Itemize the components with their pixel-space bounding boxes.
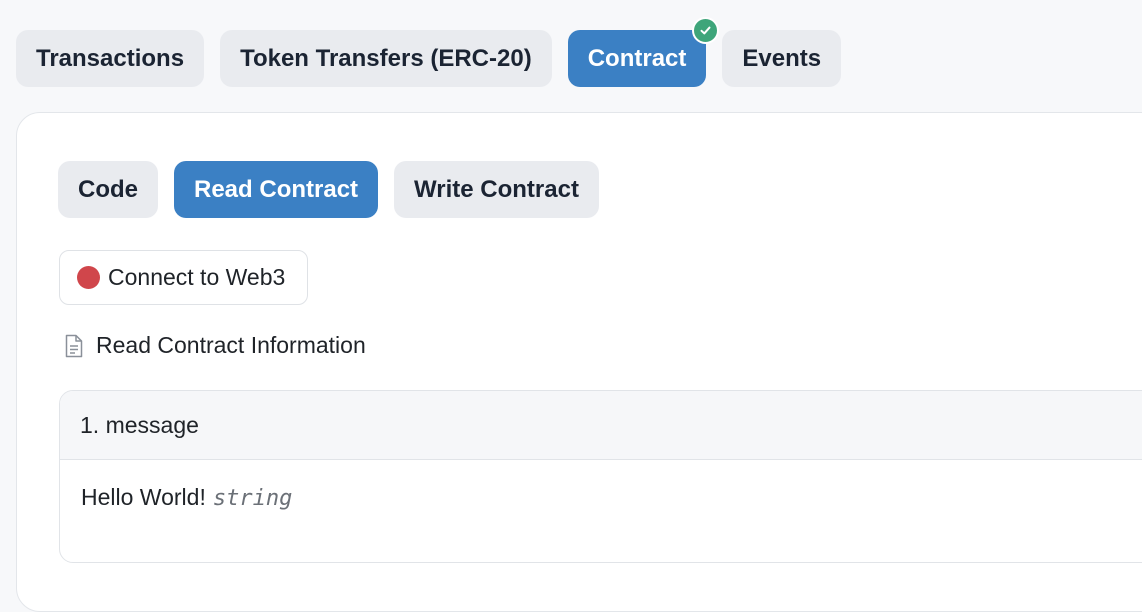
tab-transactions[interactable]: Transactions xyxy=(16,30,205,87)
document-icon xyxy=(65,334,83,357)
connect-web3-button[interactable]: Connect to Web3 xyxy=(59,250,308,305)
verified-check-icon xyxy=(692,17,720,44)
tab-token-transfers-label: Token Transfers (ERC-20) xyxy=(240,44,532,72)
method-title: 1. message xyxy=(80,411,199,438)
read-contract-heading: Read Contract Information xyxy=(64,332,366,359)
tab-read-contract-label: Read Contract xyxy=(194,175,359,203)
method-header[interactable]: 1. message xyxy=(60,391,1142,460)
tab-contract-label: Contract xyxy=(587,44,687,72)
tab-contract[interactable]: Contract xyxy=(567,17,720,87)
contract-page-tabs: Transactions Token Transfers (ERC-20) Co… xyxy=(16,17,842,87)
tab-write-contract[interactable]: Write Contract xyxy=(394,161,599,218)
section-heading-text: Read Contract Information xyxy=(96,332,366,358)
connect-web3-label: Connect to Web3 xyxy=(108,264,286,290)
method-value: Hello World! xyxy=(81,484,206,510)
tab-read-contract[interactable]: Read Contract xyxy=(174,161,379,218)
method-result: Hello World! string xyxy=(60,460,1142,511)
tab-write-contract-label: Write Contract xyxy=(414,175,579,203)
method-card-message: 1. message Hello World! string xyxy=(59,390,1142,563)
tab-events-label: Events xyxy=(742,44,822,72)
tab-token-transfers[interactable]: Token Transfers (ERC-20) xyxy=(220,30,552,87)
contract-sub-tabs: Code Read Contract Write Contract xyxy=(58,161,599,218)
tab-events[interactable]: Events xyxy=(722,30,842,87)
method-type: string xyxy=(212,486,293,511)
tab-code[interactable]: Code xyxy=(58,161,158,218)
tab-code-label: Code xyxy=(78,175,138,203)
tab-transactions-label: Transactions xyxy=(36,44,185,72)
connection-status-dot-icon xyxy=(77,266,100,289)
